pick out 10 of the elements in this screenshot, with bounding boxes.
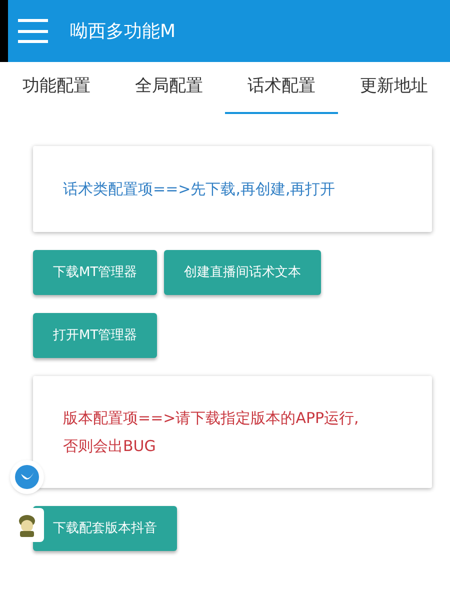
- menu-icon[interactable]: [18, 19, 48, 43]
- tab[interactable]: 更新地址: [338, 62, 450, 114]
- tab[interactable]: 功能配置: [0, 62, 112, 114]
- floating-bubble-icon[interactable]: [10, 460, 44, 494]
- tab[interactable]: 话术配置: [225, 62, 338, 114]
- app-title: 呦西多功能M: [70, 20, 176, 44]
- info-text: 话术类配置项==>先下载,再创建,再打开: [63, 179, 336, 200]
- tab[interactable]: 全局配置: [112, 62, 225, 114]
- screen-edge: [0, 0, 8, 62]
- info-text: 版本配置项==>请下载指定版本的APP运行,否则会出BUG: [63, 408, 360, 457]
